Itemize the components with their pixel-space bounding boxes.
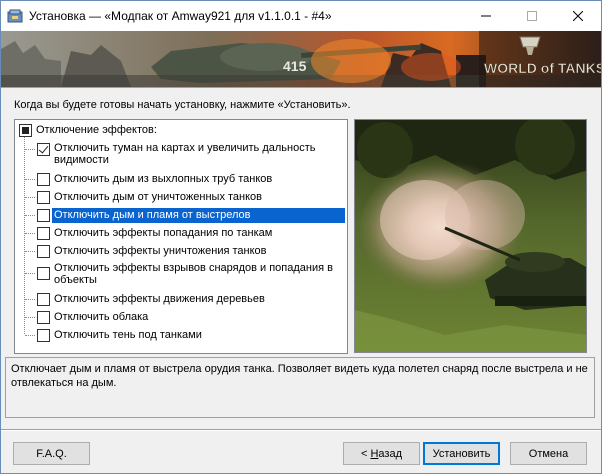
- install-button[interactable]: Установить: [423, 442, 500, 465]
- tree-item-exhaust[interactable]: Отключить дым из выхлопных труб танков: [15, 171, 347, 189]
- label-explosion-effects-line2: объекты: [54, 274, 97, 286]
- components-tree[interactable]: Отключение эффектов: Отключить туман на …: [14, 119, 348, 354]
- label-destroy-effects: Отключить эффекты уничтожения танков: [54, 245, 267, 257]
- label-shot-smoke: Отключить дым и пламя от выстрелов: [52, 208, 345, 223]
- root-label: Отключение эффектов:: [36, 124, 157, 136]
- component-description: Отключает дым и пламя от выстрела орудия…: [5, 357, 595, 418]
- svg-text:415: 415: [283, 58, 307, 74]
- label-tank-shadow: Отключить тень под танками: [54, 329, 202, 341]
- tree-item-explosion-effects[interactable]: Отключить эффекты взрывов снарядов и поп…: [15, 261, 347, 289]
- checkbox-shot-smoke[interactable]: [37, 209, 50, 222]
- installer-window: Установка — «Модпак от Amway921 для v1.1…: [0, 0, 602, 474]
- instruction-text: Когда вы будете готовы начать установку,…: [14, 99, 351, 111]
- tree-branch: [25, 317, 35, 318]
- checkbox-tree-motion[interactable]: [37, 293, 50, 306]
- preview-image: [354, 119, 587, 353]
- label-exhaust: Отключить дым из выхлопных труб танков: [54, 173, 273, 185]
- logo-text: WORLD of TANKS: [484, 60, 601, 76]
- back-button-prefix: <: [360, 447, 371, 460]
- maximize-icon: [527, 10, 537, 21]
- tree-branch: [25, 179, 35, 180]
- close-icon: [573, 10, 583, 21]
- tree-item-destroyed-smoke[interactable]: Отключить дым от уничтоженных танков: [15, 189, 347, 207]
- cancel-button[interactable]: Отмена: [510, 442, 587, 465]
- tree-item-fog[interactable]: Отключить туман на картах и увеличить да…: [15, 141, 347, 169]
- tree-item-hit-effects[interactable]: Отключить эффекты попадания по танкам: [15, 225, 347, 243]
- minimize-icon: [481, 15, 491, 16]
- faq-button[interactable]: F.A.Q.: [13, 442, 90, 465]
- title-bar[interactable]: Установка — «Модпак от Amway921 для v1.1…: [1, 1, 601, 31]
- checkbox-destroyed-smoke[interactable]: [37, 191, 50, 204]
- label-clouds: Отключить облака: [54, 311, 149, 323]
- tree-branch: [25, 149, 35, 150]
- root-checkbox[interactable]: [19, 124, 32, 137]
- checkbox-fog[interactable]: [37, 143, 50, 156]
- minimize-button[interactable]: [463, 1, 509, 30]
- window-title: Установка — «Модпак от Amway921 для v1.1…: [29, 9, 332, 23]
- label-fog-line2: видимости: [54, 154, 109, 166]
- tree-item-clouds[interactable]: Отключить облака: [15, 309, 347, 327]
- maximize-button[interactable]: [509, 1, 555, 30]
- tree-branch: [25, 335, 35, 336]
- header-banner: 415 WORLD of TANKS: [1, 31, 601, 87]
- back-button-accelerator: Н: [370, 447, 379, 460]
- tree-branch: [25, 197, 35, 198]
- back-button-label: азад: [378, 447, 402, 460]
- checkbox-clouds[interactable]: [37, 311, 50, 324]
- tree-branch: [25, 273, 35, 274]
- checkbox-tank-shadow[interactable]: [37, 329, 50, 342]
- tree-root[interactable]: Отключение эффектов:: [15, 123, 347, 141]
- banner-divider: [1, 87, 601, 88]
- label-tree-motion: Отключить эффекты движения деревьев: [54, 293, 265, 305]
- checkbox-explosion-effects[interactable]: [37, 267, 50, 280]
- back-button[interactable]: < Назад: [343, 442, 420, 465]
- preview-artwork: [355, 120, 586, 352]
- tree-branch: [25, 215, 35, 216]
- close-button[interactable]: [555, 1, 601, 30]
- tree-item-destroy-effects[interactable]: Отключить эффекты уничтожения танков: [15, 243, 347, 261]
- checkbox-destroy-effects[interactable]: [37, 245, 50, 258]
- tree-item-tree-motion[interactable]: Отключить эффекты движения деревьев: [15, 291, 347, 309]
- footer-divider-highlight: [1, 430, 601, 431]
- banner-artwork: 415 WORLD of TANKS: [1, 31, 601, 87]
- tree-branch: [25, 251, 35, 252]
- tree-item-shot-smoke[interactable]: Отключить дым и пламя от выстрелов: [15, 207, 347, 225]
- label-destroyed-smoke: Отключить дым от уничтоженных танков: [54, 191, 263, 203]
- checkbox-hit-effects[interactable]: [37, 227, 50, 240]
- label-hit-effects: Отключить эффекты попадания по танкам: [54, 227, 273, 239]
- tree-item-tank-shadow[interactable]: Отключить тень под танками: [15, 327, 347, 345]
- installer-app-icon: [7, 9, 23, 23]
- tree-branch: [25, 233, 35, 234]
- tree-branch: [25, 299, 35, 300]
- checkbox-exhaust[interactable]: [37, 173, 50, 186]
